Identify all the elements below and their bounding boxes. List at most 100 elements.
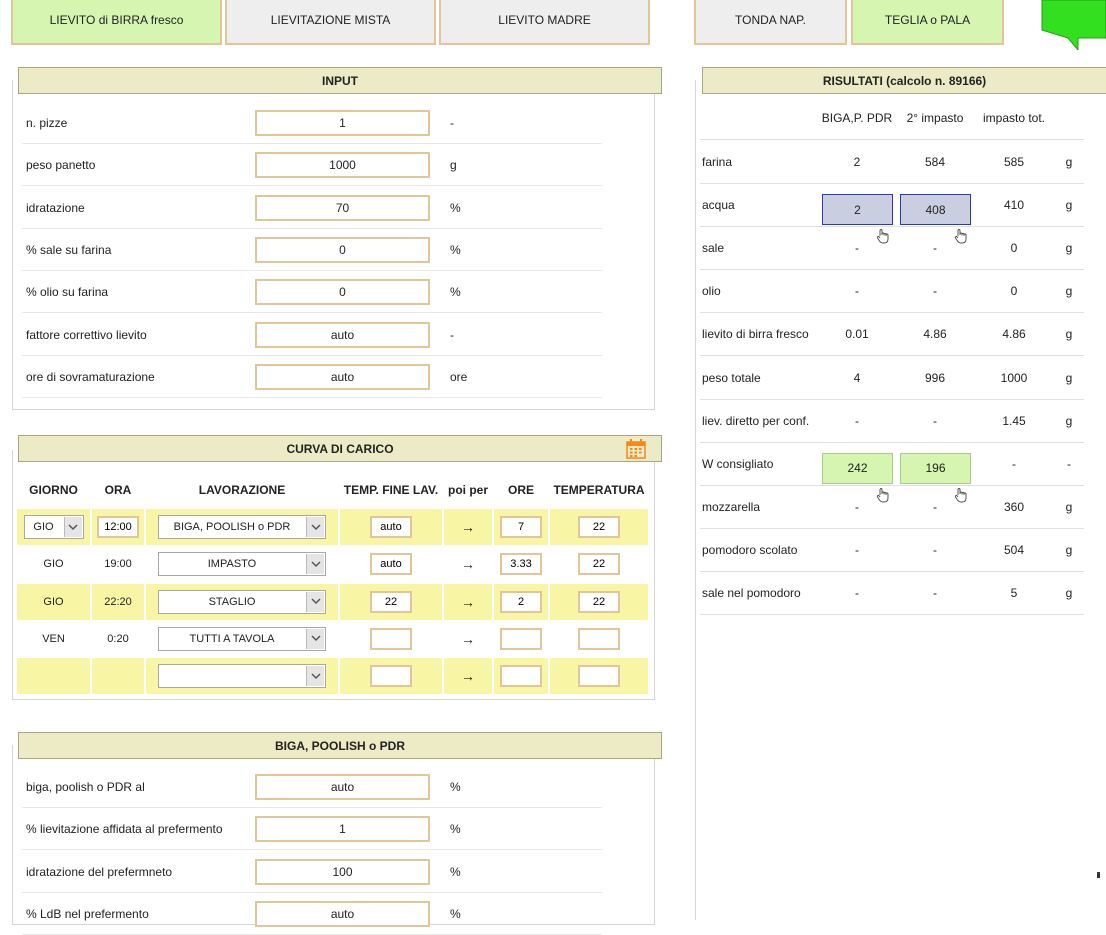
result-value: - [855,413,859,428]
col-ora: ORA [104,483,132,497]
field-input[interactable] [255,900,430,927]
result-label: peso totale [702,370,761,385]
next-arrow-icon[interactable] [1040,0,1106,50]
field-input[interactable] [255,363,430,390]
result-row: acqua 2 408 410 g [700,184,1084,228]
field-input[interactable] [255,110,430,136]
tab-lievito-birra[interactable]: LIEVITO di BIRRA fresco [11,0,222,45]
result-label: pomodoro scolato [702,542,798,557]
w-impasto-box[interactable]: 196 [900,452,971,484]
temp-fine-input[interactable] [370,553,412,576]
field-unit: % [450,242,461,257]
ore-input[interactable] [500,516,542,538]
chevron-down-icon [63,517,82,537]
section-title: CURVA DI CARICO [286,441,394,456]
temp-fine-input[interactable] [370,516,412,538]
temperatura-input[interactable] [578,516,620,538]
temperatura-input[interactable] [578,627,620,650]
tab-lievitazione-mista[interactable]: LIEVITAZIONE MISTA [225,0,436,45]
temperatura-input[interactable] [578,665,620,688]
hand-pointer-icon [876,228,890,247]
ora-value: 22:20 [104,595,132,608]
result-unit: g [1065,327,1073,342]
temperatura-input[interactable] [578,553,620,576]
field-unit: % [450,864,461,879]
ore-input[interactable] [500,553,542,576]
form-row: % LdB nel prefermento% [22,893,602,935]
result-unit: g [1065,198,1073,213]
result-unit: g [1065,499,1073,514]
temp-fine-input[interactable] [370,665,412,688]
arrow-right-icon: → [461,668,475,685]
lavorazione-select[interactable]: IMPASTO [158,552,326,577]
cell-giorno: GIO [17,583,90,620]
cell-ore [494,658,548,695]
col-ore: ORE [507,483,534,497]
ora-value: 19:00 [104,558,132,571]
giorno-value: VEN [42,632,65,645]
cell-ora: 22:20 [92,583,144,620]
tab-teglia-pala[interactable]: TEGLIA o PALA [851,0,1004,45]
arrow-right-icon: → [461,556,475,573]
cell-giorno: GIO [17,509,90,545]
result-unit: - [1067,456,1071,471]
temp-fine-input[interactable] [370,627,412,650]
result-value: - [1012,456,1016,471]
ore-input[interactable] [500,665,542,688]
tab-tonda-nap[interactable]: TONDA NAP. [694,0,847,45]
field-input[interactable] [255,236,430,263]
result-value: 0.01 [845,327,869,342]
field-unit: ore [450,369,468,384]
cell-temperatura [550,658,648,695]
field-input[interactable] [255,194,430,221]
lavorazione-select[interactable] [158,664,326,689]
w-biga-box[interactable]: 242 [822,452,893,484]
result-value: 504 [1003,542,1025,557]
field-input[interactable] [255,152,430,179]
field-label: biga, poolish o PDR al [26,780,145,794]
select-value: IMPASTO [207,558,257,571]
result-label: acqua [702,198,735,213]
field-input[interactable] [255,816,430,843]
field-input[interactable] [255,774,430,800]
curve-row: GIO 19:00 IMPASTO → [17,546,649,582]
field-label: n. pizze [26,116,68,130]
calendar-icon[interactable] [626,439,646,459]
cell-ora [92,509,144,545]
field-input[interactable] [255,279,430,306]
field-input[interactable] [255,858,430,885]
cell-ore [494,583,548,620]
cell-lavorazione: IMPASTO [146,546,338,582]
field-unit: - [450,327,454,342]
cell-temp-fine [340,658,442,695]
lavorazione-select[interactable]: STAGLIO [158,589,326,614]
result-value: 360 [1003,499,1025,514]
lavorazione-select[interactable]: BIGA, POOLISH o PDR [158,515,326,539]
ore-input[interactable] [500,627,542,650]
result-label: sale nel pomodoro [702,586,801,600]
result-unit: g [1065,370,1073,385]
form-row: idratazione% [22,187,602,229]
col-temperatura: TEMPERATURA [553,483,645,497]
result-row: sale - -0 g [700,227,1084,271]
result-row: farina 2 584 585 g [700,141,1084,184]
giorno-select[interactable]: GIO [23,515,84,539]
acqua-biga-box[interactable]: 2 [822,194,893,226]
field-label: idratazione [26,200,85,215]
chevron-down-icon [306,591,324,612]
result-value: 0 [1010,284,1018,299]
field-label: peso panetto [26,158,96,173]
result-value: - [933,586,937,600]
cell-lavorazione: STAGLIO [146,583,338,620]
temperatura-input[interactable] [578,590,620,613]
field-unit: % [450,285,461,300]
ora-input[interactable] [97,516,139,538]
tab-lievito-madre[interactable]: LIEVITO MADRE [439,0,650,45]
field-input[interactable] [255,321,430,348]
result-value: - [933,284,937,299]
temp-fine-input[interactable] [370,590,412,613]
acqua-impasto-box[interactable]: 408 [900,194,971,226]
form-row: biga, poolish o PDR al% [22,766,602,808]
lavorazione-select[interactable]: TUTTI A TAVOLA [158,626,326,651]
ore-input[interactable] [500,590,542,613]
